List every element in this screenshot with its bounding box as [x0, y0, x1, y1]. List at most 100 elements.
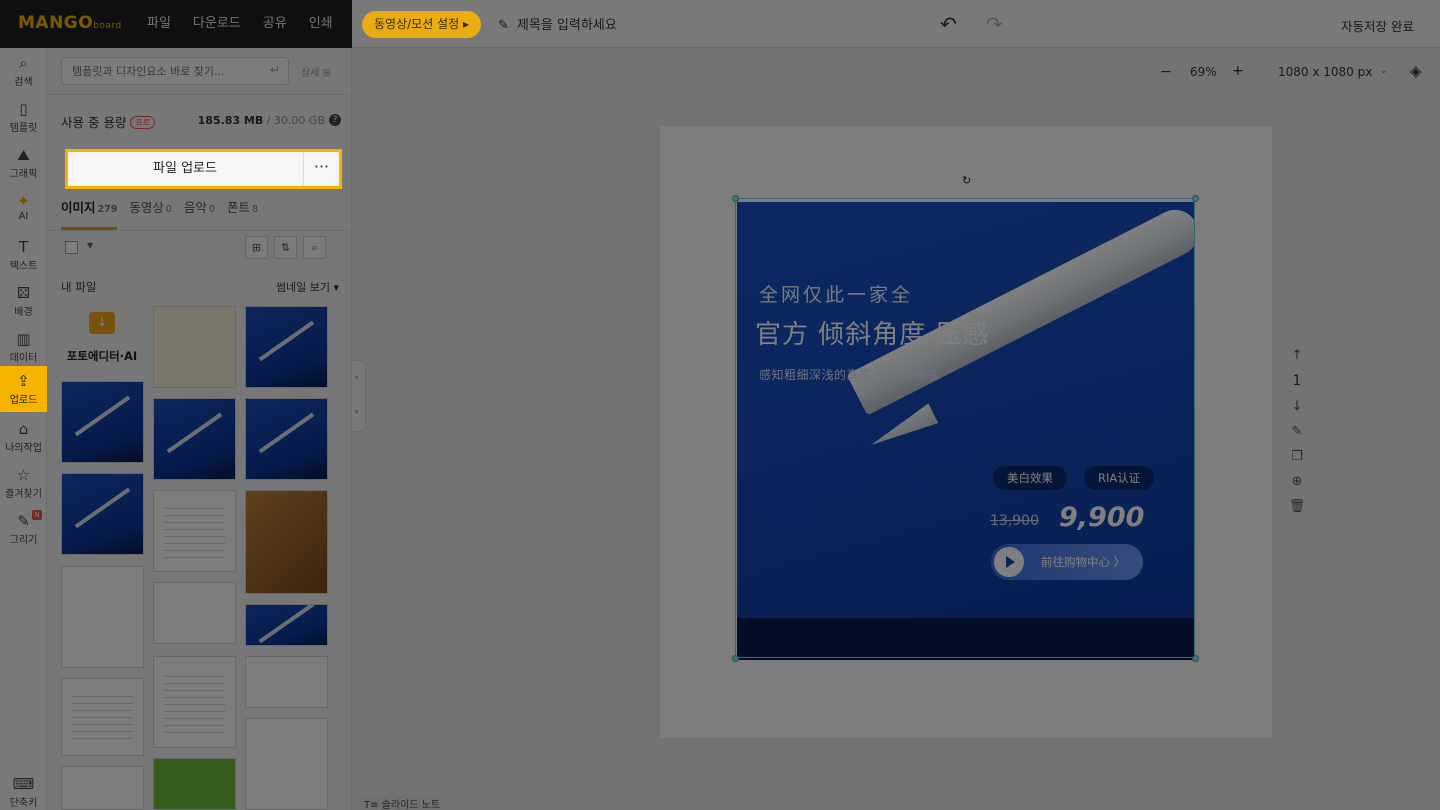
rail-label: 그래픽	[9, 169, 38, 180]
tab-label: 동영상	[129, 200, 164, 215]
slide-note-label: 슬라이드 노트	[381, 800, 441, 810]
zoom-in-button[interactable]: +	[1232, 63, 1244, 79]
image-thumbnail[interactable]	[153, 758, 236, 810]
search-icon: ⌕	[19, 54, 28, 72]
image-thumbnail[interactable]	[153, 490, 236, 572]
spotlight-upload-button[interactable]: 파일 업로드 ···	[65, 149, 342, 189]
image-thumbnail[interactable]	[61, 766, 144, 810]
rail-item-ai[interactable]: ✦ AI	[0, 186, 47, 232]
image-thumbnail[interactable]	[61, 566, 144, 668]
usage-text: 사용 중 용량	[61, 115, 127, 130]
tab-count: 0	[208, 204, 215, 215]
resize-handle-bottom-left[interactable]	[732, 655, 739, 662]
image-thumbnail[interactable]	[153, 306, 236, 388]
redo-icon[interactable]: ↷	[986, 12, 1003, 36]
new-folder-button[interactable]: ⊞	[245, 236, 268, 259]
resize-handle-top-left[interactable]	[732, 195, 739, 202]
zoom-out-button[interactable]: −	[1160, 64, 1172, 80]
panel-collapse-toggle[interactable]: ‹ ›	[352, 360, 366, 432]
canvas-size-select[interactable]: 1080 x 1080 px	[1278, 65, 1372, 79]
folder-download-icon	[89, 312, 115, 334]
rail-item-background[interactable]: ⚄ 배경	[0, 278, 47, 324]
tab-count: 0	[165, 204, 172, 215]
divider	[47, 230, 352, 231]
detail-search-button[interactable]: 상세 ⊞	[301, 64, 331, 79]
duplicate-page-icon[interactable]: ❐	[1284, 449, 1310, 464]
image-thumbnail[interactable]	[153, 582, 236, 644]
title-field[interactable]: ✎ 제목을 입력하세요	[498, 14, 617, 33]
rail-item-draw[interactable]: ✎ 그리기 N	[0, 506, 47, 552]
rail-item-data[interactable]: ▥ 데이터	[0, 324, 47, 370]
image-thumbnail[interactable]	[61, 473, 144, 555]
page-up-icon[interactable]: ↑	[1284, 348, 1310, 363]
brand-area: MANGOboard 파일 다운로드 공유 인쇄	[0, 0, 352, 48]
selection-box[interactable]	[735, 198, 1195, 658]
image-thumbnail[interactable]	[61, 678, 144, 756]
menu-download[interactable]: 다운로드	[182, 0, 252, 48]
file-upload-button-highlight[interactable]: 파일 업로드	[68, 152, 302, 186]
video-motion-settings-button[interactable]: 동영상/모션 설정 ▸	[362, 11, 481, 38]
search-files-button[interactable]: ⌕	[303, 236, 326, 259]
rail-item-my-work[interactable]: ⌂ 나의작업	[0, 414, 47, 460]
sort-button[interactable]: ⇅	[274, 236, 297, 259]
rail-label: 데이터	[9, 353, 38, 364]
image-thumbnail[interactable]	[153, 656, 236, 748]
rail-item-graphic[interactable]: ⛰ 그래픽	[0, 140, 47, 186]
template-icon: ▯	[19, 100, 28, 118]
page-down-icon[interactable]: ↓	[1284, 399, 1310, 414]
image-thumbnail[interactable]	[245, 306, 328, 388]
resize-handle-bottom-right[interactable]	[1192, 655, 1199, 662]
logo[interactable]: MANGOboard	[18, 13, 122, 33]
image-thumbnail[interactable]	[245, 490, 328, 594]
layers-icon[interactable]: ◈	[1410, 62, 1422, 80]
text-icon: T	[18, 238, 29, 256]
menu-share[interactable]: 공유	[252, 0, 298, 48]
zoom-level[interactable]: 69%	[1190, 65, 1217, 79]
rail-item-search[interactable]: ⌕ 검색	[0, 48, 47, 94]
rail-item-favorites[interactable]: ☆ 즐겨찾기	[0, 460, 47, 506]
enter-icon[interactable]: ↵	[270, 63, 280, 77]
undo-icon[interactable]: ↶	[940, 12, 957, 36]
favorites-icon: ☆	[16, 466, 31, 484]
image-thumbnail[interactable]	[245, 656, 328, 708]
menu-file[interactable]: 파일	[136, 0, 182, 48]
image-thumbnail[interactable]	[61, 381, 144, 463]
rail-label: 텍스트	[9, 261, 38, 272]
tab-fonts[interactable]: 폰트 8	[227, 198, 258, 230]
photo-editor-folder[interactable]: 포토에디터·AI	[61, 304, 143, 374]
workspace: − 69% + 1080 x 1080 px ⌄ ◈ 全网仅此一家全 官方 倾斜…	[352, 48, 1440, 810]
data-icon: ▥	[16, 330, 31, 348]
logo-suffix: board	[93, 21, 122, 31]
tab-images[interactable]: 이미지 279	[61, 198, 118, 230]
rail-item-text[interactable]: T 텍스트	[0, 232, 47, 278]
rail-item-template[interactable]: ▯ 템플릿	[0, 94, 47, 140]
image-thumbnail[interactable]	[245, 718, 328, 810]
add-page-icon[interactable]: ⊕	[1284, 474, 1310, 489]
chevron-down-icon[interactable]: ⌄	[1380, 66, 1388, 76]
page-number: 1	[1292, 373, 1302, 389]
rail-label: AI	[18, 211, 29, 222]
rail-item-shortcut[interactable]: ⌨ 단축키	[0, 772, 47, 810]
rotate-handle-icon[interactable]: ↻	[962, 174, 971, 187]
view-mode-select[interactable]: 썸네일 보기 ▾	[276, 279, 339, 295]
image-thumbnail[interactable]	[153, 398, 236, 480]
resize-handle-top-right[interactable]	[1192, 195, 1199, 202]
chevron-down-icon[interactable]: ▼	[87, 241, 93, 250]
help-icon[interactable]: ?	[329, 114, 341, 126]
usage-value: 185.83 MB / 30.00 GB	[198, 114, 325, 127]
delete-page-icon[interactable]: 🗑	[1284, 499, 1310, 514]
tab-videos[interactable]: 동영상 0	[129, 198, 172, 230]
usage-label: 사용 중 용량 프로	[61, 112, 156, 131]
select-all-checkbox[interactable]	[65, 241, 78, 254]
spotlight-rail-upload[interactable]: ⇪ 업로드	[0, 366, 47, 412]
search-input[interactable]	[62, 58, 252, 84]
tab-music[interactable]: 음악 0	[184, 198, 215, 230]
more-options-icon[interactable]: ···	[303, 152, 339, 186]
top-menu: 파일 다운로드 공유 인쇄	[136, 0, 344, 48]
color-brush-icon[interactable]: ✎	[1284, 424, 1310, 439]
slide-note-button[interactable]: T≡ 슬라이드 노트	[358, 795, 447, 810]
image-thumbnail[interactable]	[245, 604, 328, 646]
rail-label: 즐겨찾기	[5, 489, 42, 500]
menu-print[interactable]: 인쇄	[298, 0, 344, 48]
image-thumbnail[interactable]	[245, 398, 328, 480]
